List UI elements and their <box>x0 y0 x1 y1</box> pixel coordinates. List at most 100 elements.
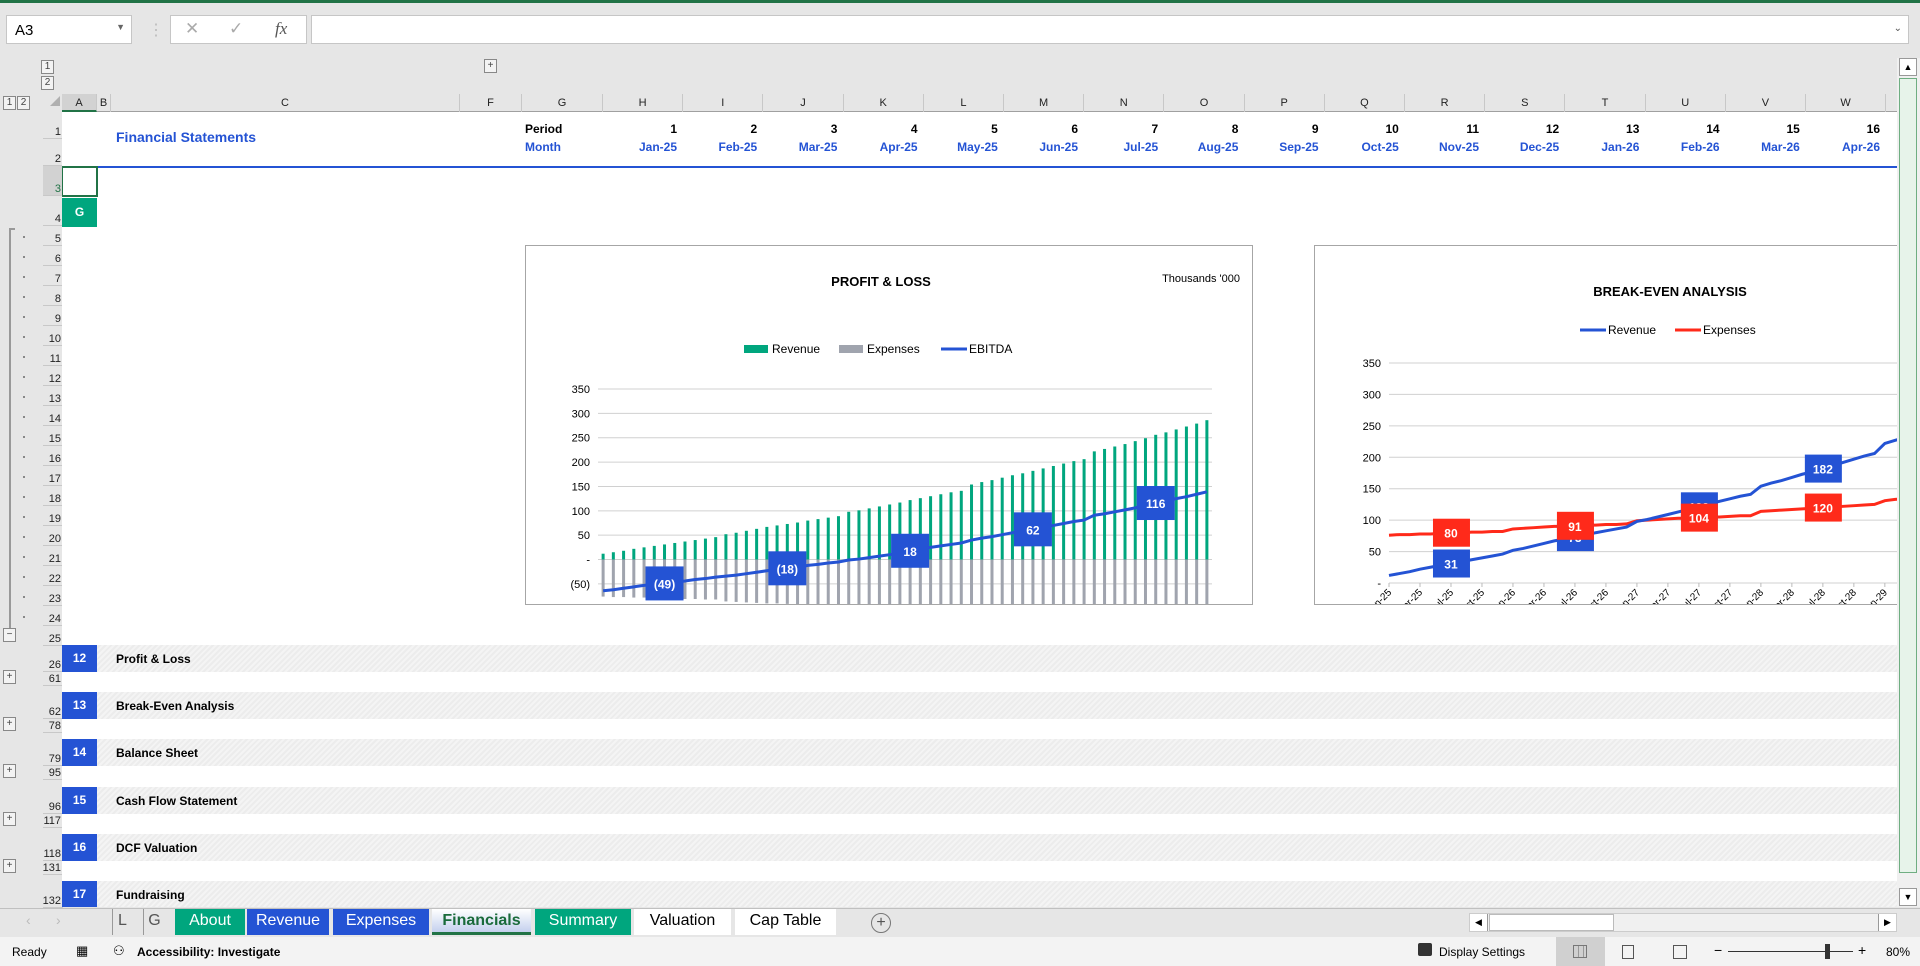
horizontal-scroll-thumb[interactable] <box>1489 914 1614 931</box>
row-header-96[interactable]: 96 <box>43 781 63 814</box>
column-header-A[interactable]: A <box>62 94 97 112</box>
row-header-10[interactable]: 10 <box>43 326 63 346</box>
column-header-H[interactable]: H <box>603 94 684 112</box>
column-header-K[interactable]: K <box>844 94 924 112</box>
scroll-left-icon[interactable]: ◀ <box>1470 914 1488 931</box>
column-header-J[interactable]: J <box>763 94 844 112</box>
column-header-Q[interactable]: Q <box>1325 94 1405 112</box>
row-header-4[interactable]: 4 <box>43 196 63 226</box>
row-expand-button[interactable]: + <box>3 717 16 732</box>
display-settings-icon[interactable] <box>1418 943 1432 956</box>
tab-valuation[interactable]: Valuation <box>634 909 731 935</box>
row-header-16[interactable]: 16 <box>43 446 63 466</box>
column-header-P[interactable]: P <box>1245 94 1325 112</box>
zoom-slider-thumb[interactable] <box>1824 944 1830 959</box>
scroll-down-icon[interactable]: ▼ <box>1899 888 1917 906</box>
section-row[interactable]: 13 Break-Even Analysis <box>62 692 1897 720</box>
row-expand-button[interactable]: + <box>3 764 16 779</box>
horizontal-scrollbar[interactable]: ◀ ▶ <box>1469 913 1897 932</box>
row-header-118[interactable]: 118 <box>43 828 63 861</box>
col-expand-button[interactable]: + <box>484 59 497 73</box>
check-icon[interactable]: ✓ <box>229 19 243 39</box>
section-row[interactable]: 15 Cash Flow Statement <box>62 786 1897 814</box>
row-header-13[interactable]: 13 <box>43 386 63 406</box>
tab-financials[interactable]: Financials <box>432 909 531 935</box>
name-box[interactable]: A3 ▼ <box>6 15 132 44</box>
row-header-117[interactable]: 117 <box>43 814 63 828</box>
macro-record-icon[interactable]: ▦ <box>76 943 88 959</box>
scroll-up-icon[interactable]: ▲ <box>1899 58 1917 76</box>
tab-g[interactable]: G <box>143 909 165 935</box>
row-header-3[interactable]: 3 <box>43 166 63 196</box>
row-outline-level-1[interactable]: 1 <box>3 96 16 110</box>
row-outline-level-2[interactable]: 2 <box>17 96 30 110</box>
row-header-61[interactable]: 61 <box>43 672 63 686</box>
section-row[interactable]: 12 Profit & Loss <box>62 645 1897 672</box>
row-header-19[interactable]: 19 <box>43 506 63 526</box>
vertical-scroll-thumb[interactable] <box>1899 78 1917 873</box>
row-header-26[interactable]: 26 <box>43 639 63 672</box>
column-header-M[interactable]: M <box>1004 94 1085 112</box>
profit-loss-chart[interactable]: PROFIT & LOSS Thousands '000 Revenue Expens… <box>525 245 1253 605</box>
row-header-14[interactable]: 14 <box>43 406 63 426</box>
tab-scroll-right-icon[interactable]: › <box>56 912 61 928</box>
column-header-V[interactable]: V <box>1726 94 1806 112</box>
row-header-20[interactable]: 20 <box>43 526 63 546</box>
row-header-15[interactable]: 15 <box>43 426 63 446</box>
display-settings-button[interactable]: Display Settings <box>1439 945 1525 959</box>
row-header-12[interactable]: 12 <box>43 366 63 386</box>
column-header-T[interactable]: T <box>1565 94 1646 112</box>
worksheet-grid[interactable]: Financial Statements Period Month 1 Jan-2… <box>62 112 1897 907</box>
column-header-W[interactable]: W <box>1806 94 1887 112</box>
normal-view-button[interactable] <box>1556 937 1605 966</box>
g-badge[interactable]: G <box>62 198 97 227</box>
row-header-5[interactable]: 5 <box>43 226 63 246</box>
page-layout-icon[interactable] <box>1622 945 1634 959</box>
tab-summary[interactable]: Summary <box>535 909 631 935</box>
formula-input[interactable]: ⌄ <box>311 15 1909 44</box>
column-header-I[interactable]: I <box>683 94 764 112</box>
row-header-132[interactable]: 132 <box>43 875 63 908</box>
section-row[interactable]: 16 DCF Valuation <box>62 833 1897 861</box>
accessibility-icon[interactable]: ⚇ <box>113 943 125 959</box>
scroll-right-icon[interactable]: ▶ <box>1878 914 1896 931</box>
row-header-11[interactable]: 11 <box>43 346 63 366</box>
chevron-down-icon[interactable]: ⌄ <box>1894 23 1902 34</box>
column-header-O[interactable]: O <box>1164 94 1245 112</box>
row-expand-button[interactable]: + <box>3 811 16 826</box>
row-header-2[interactable]: 2 <box>43 139 63 166</box>
selected-cell-A3[interactable] <box>62 166 98 197</box>
cancel-icon[interactable]: ✕ <box>185 19 199 39</box>
tab-revenue[interactable]: Revenue <box>247 909 329 935</box>
col-outline-level-1[interactable]: 1 <box>41 60 54 74</box>
column-header-L[interactable]: L <box>924 94 1004 112</box>
fx-icon[interactable]: fx <box>275 19 287 39</box>
row-header-1[interactable]: 1 <box>43 112 63 139</box>
tab-l[interactable]: L <box>112 909 132 935</box>
row-header-7[interactable]: 7 <box>43 266 63 286</box>
tab-cap-table[interactable]: Cap Table <box>735 909 836 935</box>
column-header-C[interactable]: C <box>111 94 460 112</box>
row-header-131[interactable]: 131 <box>43 861 63 875</box>
break-even-chart[interactable]: BREAK-EVEN ANALYSIS Revenue Expenses 350 300… <box>1314 245 1897 605</box>
column-header-U[interactable]: U <box>1646 94 1726 112</box>
zoom-out-button[interactable]: − <box>1714 942 1722 958</box>
row-expand-button[interactable]: + <box>3 858 16 873</box>
tab-about[interactable]: About <box>175 909 245 935</box>
row-header-6[interactable]: 6 <box>43 246 63 266</box>
accessibility-status[interactable]: Accessibility: Investigate <box>137 945 280 959</box>
row-header-17[interactable]: 17 <box>43 466 63 486</box>
row-header-9[interactable]: 9 <box>43 306 63 326</box>
row-header-78[interactable]: 78 <box>43 719 63 734</box>
zoom-in-button[interactable]: + <box>1858 942 1866 958</box>
row-expand-button[interactable]: + <box>3 670 16 684</box>
zoom-level[interactable]: 80% <box>1886 945 1910 959</box>
select-all-button[interactable] <box>50 96 60 106</box>
row-header-18[interactable]: 18 <box>43 486 63 506</box>
column-header-G[interactable]: G <box>522 94 603 112</box>
page-break-preview-icon[interactable] <box>1673 945 1687 959</box>
section-row[interactable]: 17 Fundraising <box>62 881 1897 907</box>
row-header-23[interactable]: 23 <box>43 586 63 606</box>
row-header-22[interactable]: 22 <box>43 566 63 586</box>
zoom-slider[interactable] <box>1728 951 1853 952</box>
